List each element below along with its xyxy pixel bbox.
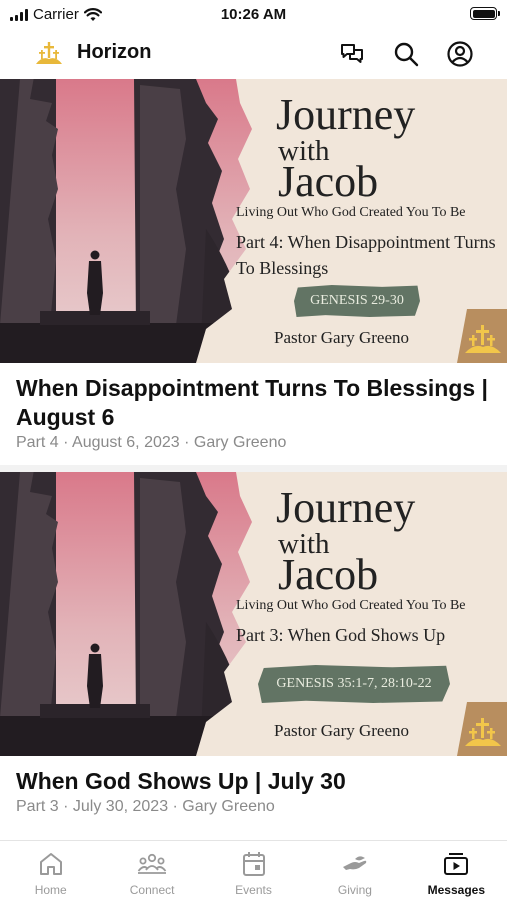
banner-jacob: Jacob — [278, 157, 379, 206]
tab-giving[interactable]: Giving — [304, 841, 405, 900]
messages-feed[interactable]: Journey with Jacob Living Out Who God Cr… — [0, 79, 507, 840]
status-time: 10:26 AM — [220, 6, 287, 23]
banner-journey: Journey — [276, 90, 416, 139]
message-meta: Part 4 · August 6, 2023 · Gary Greeno — [16, 434, 287, 451]
tab-events[interactable]: Events — [203, 841, 304, 900]
tab-label: Giving — [337, 883, 372, 897]
banner-part: Part 3: When God Shows Up — [236, 625, 446, 645]
chat-icon — [341, 44, 363, 63]
card-divider — [0, 465, 507, 472]
tab-home[interactable]: Home — [0, 841, 101, 900]
giving-hand-icon — [342, 856, 367, 870]
profile-button[interactable] — [445, 39, 475, 69]
tab-messages[interactable]: Messages — [406, 841, 507, 900]
chat-button[interactable] — [337, 39, 367, 69]
message-title[interactable]: When God Shows Up | July 30 — [0, 756, 507, 796]
scripture-badge: GENESIS 29-30 — [294, 285, 420, 317]
profile-icon — [447, 41, 473, 67]
banner-part: Part 4: When Disappointment Turns To Ble… — [236, 232, 496, 278]
message-card[interactable]: Journey with Jacob Living Out Who God Cr… — [0, 79, 507, 472]
temple-gate-photo — [0, 472, 270, 756]
status-bar: Carrier 10:26 AM — [0, 0, 507, 30]
banner-jacob: Jacob — [278, 550, 379, 599]
scripture-badge: GENESIS 35:1-7, 28:10-22 — [258, 665, 450, 703]
church-logo-icon — [36, 42, 62, 64]
app-header: Horizon — [0, 30, 507, 78]
banner-tagline: Living Out Who God Created You To Be — [236, 598, 466, 613]
tab-bar: Home Connect Events Giving Messages — [0, 840, 507, 900]
banner-journey: Journey — [276, 483, 416, 532]
calendar-icon — [242, 852, 265, 876]
message-banner[interactable]: Journey with Jacob Living Out Who God Cr… — [0, 79, 507, 363]
tab-connect[interactable]: Connect — [101, 841, 202, 900]
message-banner[interactable]: Journey with Jacob Living Out Who God Cr… — [0, 472, 507, 756]
tab-label: Home — [34, 883, 67, 897]
message-meta: Part 3 · July 30, 2023 · Gary Greeno — [16, 798, 275, 815]
people-icon — [137, 853, 167, 874]
corner-logo-icon — [457, 702, 507, 756]
corner-logo-icon — [457, 309, 507, 363]
battery-icon — [470, 7, 500, 20]
tab-label: Messages — [427, 883, 486, 897]
tab-label: Connect — [129, 883, 175, 897]
message-card[interactable]: Journey with Jacob Living Out Who God Cr… — [0, 472, 507, 816]
banner-pastor: Pastor Gary Greeno — [274, 328, 410, 347]
banner-pastor: Pastor Gary Greeno — [274, 721, 410, 740]
tab-label: Events — [235, 883, 272, 897]
home-icon — [39, 853, 62, 875]
app-title: Horizon — [77, 41, 152, 63]
search-icon — [394, 42, 419, 67]
search-button[interactable] — [391, 39, 421, 69]
temple-gate-photo — [0, 79, 270, 363]
banner-tagline: Living Out Who God Created You To Be — [236, 205, 466, 220]
video-play-icon — [444, 853, 469, 875]
message-title[interactable]: When Disappointment Turns To Blessings |… — [0, 363, 507, 432]
